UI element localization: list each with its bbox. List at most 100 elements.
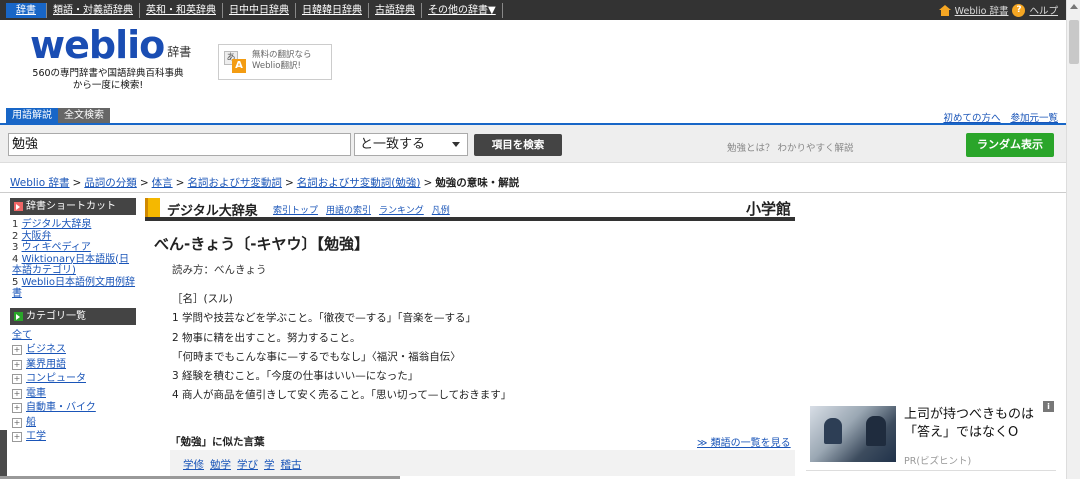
similar-word[interactable]: 稽古: [281, 457, 302, 472]
similar-word[interactable]: 勉学: [210, 457, 231, 472]
ad-pr-label: PR(ビズヒント): [904, 456, 972, 467]
category-link[interactable]: ビジネス: [26, 343, 66, 358]
similar-word[interactable]: 学: [264, 457, 275, 472]
translate-icon: あA: [224, 51, 246, 73]
match-mode-select[interactable]: と一致する: [354, 133, 468, 156]
nav-tab-classical[interactable]: 古語辞典: [369, 3, 422, 18]
reading: 読み方：べんきょう: [172, 264, 267, 276]
category-item: + 電車: [12, 387, 136, 402]
shortcut-link[interactable]: Weblio日本語例文用例辞書: [12, 277, 135, 300]
shortcut-link[interactable]: ウィキペディア: [22, 242, 91, 253]
translate-banner[interactable]: あA 無料の翻訳なら Weblio翻訳!: [218, 44, 332, 80]
search-button[interactable]: 項目を検索: [474, 134, 562, 156]
arrow-right-icon: [16, 204, 20, 210]
term-index-link[interactable]: 用語の索引: [326, 203, 371, 216]
breadcrumb-item[interactable]: 名詞およびサ変動詞(勉強): [297, 177, 421, 189]
match-mode-value: と一致する: [360, 137, 426, 152]
first-time-link[interactable]: 初めての方へ: [943, 110, 1000, 124]
expand-icon[interactable]: +: [12, 432, 22, 443]
translate-line-1: 無料の翻訳なら: [252, 50, 312, 60]
ad-title[interactable]: 上司が持つべきものは「答え」ではなくO: [904, 406, 1052, 442]
nav-tab-other[interactable]: その他の辞書▼: [422, 3, 503, 18]
tab-fulltext-search[interactable]: 全文検索: [58, 108, 110, 123]
definition-line: 2 物事に精を出すこと。努力すること。: [172, 331, 361, 344]
ad-image[interactable]: [810, 406, 896, 462]
category-link[interactable]: 工学: [26, 430, 46, 445]
similar-more-link[interactable]: ≫ 類語の一覧を見る: [697, 434, 791, 449]
shortcut-header: 辞書ショートカット: [10, 198, 136, 215]
category-item: + 業界用語: [12, 358, 136, 373]
book-icon: [145, 198, 160, 217]
category-header: カテゴリ一覧: [10, 307, 136, 325]
search-input[interactable]: 勉強: [8, 133, 351, 156]
category-link[interactable]: 自動車・バイク: [26, 401, 96, 416]
breadcrumb-item[interactable]: 品詞の分類: [84, 177, 137, 189]
definitions: ［名］(スル) 1 学問や技芸などを学ぶこと。「徹夜で—する」「音楽を—する」 …: [172, 290, 511, 406]
index-top-link[interactable]: 索引トップ: [273, 203, 318, 216]
expand-icon[interactable]: +: [12, 403, 22, 414]
divider: [806, 470, 1056, 471]
search-hint: 勉強とは？ わかりやすく解説: [727, 143, 854, 154]
expand-icon[interactable]: +: [12, 417, 22, 428]
side-handle[interactable]: [0, 430, 7, 479]
definition-line: ［名］(スル): [172, 293, 233, 305]
category-link[interactable]: コンピュータ: [26, 372, 86, 387]
category-item: + 船: [12, 416, 136, 431]
shortcut-link[interactable]: 大阪弁: [22, 231, 52, 242]
similar-words-list: 学修 勉学 学び 学 稽古: [183, 457, 302, 472]
category-all[interactable]: 全て: [12, 329, 136, 344]
sources-link[interactable]: 参加元一覧: [1010, 110, 1058, 124]
category-title: カテゴリ一覧: [26, 310, 86, 322]
ranking-link[interactable]: ランキング: [379, 203, 424, 216]
definition-line: 4 商人が商品を値引きして安く売ること。「思い切って—しておきます」: [172, 389, 512, 402]
nav-tab-chinese[interactable]: 日中中日辞典: [223, 3, 296, 18]
random-button[interactable]: ランダム表示: [966, 133, 1054, 157]
nav-tab-korean[interactable]: 日韓韓日辞典: [296, 3, 369, 18]
category-item: + 工学: [12, 430, 136, 445]
shortcut-link[interactable]: Wiktionary日本語版(日本語カテゴリ): [12, 254, 129, 277]
search-bar: 勉強 と一致する 項目を検索 勉強とは？ わかりやすく解説 ランダム表示: [0, 123, 1066, 163]
shortcut-link[interactable]: デジタル大辞泉: [22, 219, 92, 230]
category-link[interactable]: 船: [26, 416, 36, 431]
expand-icon[interactable]: +: [12, 345, 22, 356]
scrollbar-thumb[interactable]: [1069, 20, 1079, 64]
top-nav-bar: 辞書 類語・対義語辞典 英和・和英辞典 日中中日辞典 日韓韓日辞典 古語辞典 そ…: [0, 0, 1066, 20]
dictionary-header: デジタル大辞泉 索引トップ 用語の索引 ランキング 凡例 小学館: [145, 197, 795, 221]
expand-icon[interactable]: +: [12, 388, 22, 399]
definition-line: 「何時までもこんな事に—するでもなし」〈福沢・福翁自伝〉: [172, 350, 461, 363]
breadcrumb-item[interactable]: Weblio 辞書: [10, 177, 70, 189]
shortcut-title: 辞書ショートカット: [26, 201, 116, 212]
breadcrumb-item[interactable]: 体言: [152, 177, 173, 189]
help-icon[interactable]: ?: [1012, 3, 1026, 17]
similar-word[interactable]: 学び: [237, 457, 258, 472]
home-icon[interactable]: [938, 4, 951, 16]
weblio-logo[interactable]: weblio 辞書: [30, 26, 192, 64]
nav-tab-thesaurus[interactable]: 類語・対義語辞典: [47, 3, 140, 18]
home-link[interactable]: Weblio 辞書: [955, 3, 1009, 17]
logo-sub: 辞書: [167, 45, 192, 59]
similar-words-title: 「勉強」に似た言葉: [170, 436, 265, 448]
scroll-up-arrow-icon[interactable]: [1070, 4, 1078, 9]
expand-icon[interactable]: +: [12, 359, 22, 370]
help-link[interactable]: ヘルプ: [1029, 3, 1058, 17]
vertical-scrollbar[interactable]: [1066, 0, 1080, 479]
similar-words-box: 学修 勉学 学び 学 稽古: [170, 450, 795, 476]
category-item: + コンピュータ: [12, 372, 136, 387]
legend-link[interactable]: 凡例: [432, 203, 450, 216]
ad-info-icon[interactable]: i: [1043, 401, 1054, 412]
tagline-line-2: から一度に検索!: [72, 80, 144, 91]
breadcrumb-item[interactable]: 名詞およびサ変動詞: [187, 177, 282, 189]
nav-tab-english[interactable]: 英和・和英辞典: [140, 3, 223, 18]
similar-word[interactable]: 学修: [183, 457, 204, 472]
nav-tab-dictionary[interactable]: 辞書: [6, 3, 47, 18]
shortcut-item: 4 Wiktionary日本語版(日本語カテゴリ): [12, 253, 130, 277]
category-link[interactable]: 電車: [26, 387, 46, 402]
shortcut-item: 2 大阪弁: [12, 230, 52, 242]
dictionary-name: デジタル大辞泉: [167, 204, 258, 219]
translate-text: 無料の翻訳なら Weblio翻訳!: [252, 50, 312, 72]
tab-term-explanation[interactable]: 用語解説: [6, 108, 58, 123]
tagline-line-1: 560の専門辞書や国語辞典百科事典: [32, 68, 184, 79]
shortcut-item: 1 デジタル大辞泉: [12, 219, 92, 230]
category-link[interactable]: 業界用語: [26, 358, 66, 373]
expand-icon[interactable]: +: [12, 374, 22, 385]
